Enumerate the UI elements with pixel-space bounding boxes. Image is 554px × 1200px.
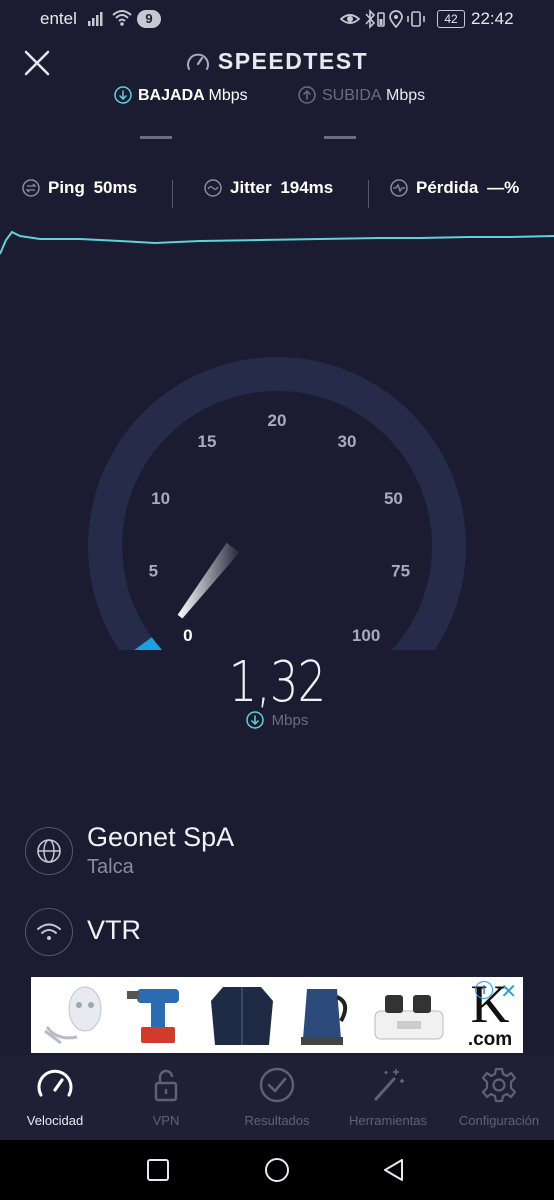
carrier-name: entel <box>40 9 77 28</box>
ad-product-image[interactable] <box>123 981 193 1047</box>
nav-tab-velocidad[interactable]: Velocidad <box>0 1055 110 1140</box>
isp-name: VTR <box>87 915 141 945</box>
ping-value: 50ms <box>93 178 138 197</box>
download-arrow-icon <box>114 86 132 104</box>
system-navigation-bar <box>0 1140 554 1200</box>
divider <box>368 180 369 208</box>
server-location: Talca <box>87 856 134 878</box>
upload-arrow-icon <box>298 86 316 104</box>
ping-label: Ping <box>48 178 85 197</box>
nav-tab-configuracion[interactable]: Configuración <box>444 1055 554 1140</box>
clock: 22:42 <box>471 9 514 28</box>
wifi-icon <box>112 10 132 26</box>
gauge-tick-label: 30 <box>338 432 357 451</box>
nav-label: Herramientas <box>348 1113 428 1128</box>
recents-icon[interactable] <box>146 1158 170 1182</box>
metrics-row: Ping 50ms Jitter 194ms Pérdida —% <box>0 178 554 208</box>
page-title: SPEEDTEST <box>0 48 554 75</box>
status-bar: entel 9 42 22:42 <box>0 0 554 38</box>
jitter-label: Jitter <box>230 178 272 197</box>
upload-label: SUBIDA Mbps <box>298 86 425 105</box>
nav-tab-resultados[interactable]: Resultados <box>222 1055 332 1140</box>
gauge-tick-label: 75 <box>391 562 410 581</box>
upload-unit: Mbps <box>386 87 426 104</box>
globe-icon <box>37 839 61 863</box>
lock-icon <box>154 1069 178 1102</box>
back-icon[interactable] <box>382 1158 406 1182</box>
upload-value-placeholder <box>324 136 356 139</box>
speed-unit-label: Mbps <box>0 711 554 729</box>
jitter-metric: Jitter 194ms <box>204 178 333 198</box>
vibrate-icon <box>407 11 425 27</box>
gauge-tick-label: 0 <box>183 626 192 645</box>
gauge-tick-label: 20 <box>268 411 287 430</box>
speedometer-icon <box>37 1069 73 1097</box>
ping-metric: Ping 50ms <box>22 178 137 198</box>
gauge-tick-label: 15 <box>198 432 217 451</box>
current-speed-value: 1,32 <box>228 650 326 715</box>
gear-icon <box>481 1067 517 1103</box>
nav-label: VPN <box>152 1113 180 1128</box>
gauge-needle-shape <box>177 542 240 619</box>
upload-text: SUBIDA <box>322 87 382 104</box>
ad-product-image[interactable] <box>203 981 281 1047</box>
jitter-value: 194ms <box>280 178 334 197</box>
speed-gauge: 0 5 10 15 20 30 50 75 100 <box>88 357 466 650</box>
download-arrow-icon <box>245 711 264 729</box>
server-host-button[interactable] <box>25 827 73 875</box>
speed-history-graph <box>0 230 554 255</box>
nav-label: Velocidad <box>26 1113 84 1128</box>
check-circle-icon <box>259 1067 295 1103</box>
speedometer-icon <box>186 53 209 70</box>
download-value-placeholder <box>140 136 172 139</box>
loss-label: Pérdida <box>416 178 479 197</box>
ad-product-image[interactable] <box>37 981 117 1047</box>
wifi-icon <box>37 923 61 940</box>
ping-icon <box>22 179 40 197</box>
ad-product-image[interactable] <box>367 981 451 1047</box>
eye-icon <box>340 14 361 24</box>
ad-banner[interactable]: K .com i ✕ <box>31 977 523 1053</box>
battery-saver-icon <box>377 12 385 27</box>
location-icon <box>389 10 403 29</box>
bottom-navigation: Velocidad VPN Resultados Herramientas Co… <box>0 1055 554 1140</box>
gauge-tick-label: 10 <box>151 489 170 508</box>
download-unit: Mbps <box>208 87 248 104</box>
gauge-tick-label: 100 <box>352 626 380 645</box>
speed-unit-text: Mbps <box>271 712 309 729</box>
nav-label: Resultados <box>244 1113 310 1128</box>
bluetooth-icon <box>365 9 376 29</box>
loss-metric: Pérdida —% <box>390 178 519 198</box>
packet-loss-icon <box>390 179 408 197</box>
status-icons <box>340 9 425 29</box>
ad-info-icon[interactable]: i <box>475 981 493 999</box>
loss-value: —% <box>487 178 520 197</box>
cellular-signal-icon <box>88 12 103 26</box>
isp-button[interactable] <box>25 908 73 956</box>
gauge-needle <box>177 542 240 619</box>
jitter-icon <box>204 179 222 197</box>
nav-label: Configuración <box>458 1113 540 1128</box>
nav-tab-vpn[interactable]: VPN <box>111 1055 221 1140</box>
server-provider[interactable]: Geonet SpA <box>87 822 234 853</box>
ad-close-icon[interactable]: ✕ <box>500 979 517 1004</box>
speed-history-line <box>0 230 554 255</box>
gauge-tick-label: 50 <box>384 489 403 508</box>
download-text: BAJADA <box>138 87 205 104</box>
battery-indicator: 42 <box>437 10 465 28</box>
download-label: BAJADA Mbps <box>114 86 248 105</box>
home-icon[interactable] <box>264 1157 290 1183</box>
title-text: SPEEDTEST <box>217 48 369 74</box>
notification-badge: 9 <box>137 10 161 28</box>
nav-tab-herramientas[interactable]: Herramientas <box>333 1055 443 1140</box>
ad-product-image[interactable] <box>293 981 353 1047</box>
ad-logo-suffix: .com <box>467 1029 513 1050</box>
divider <box>172 180 173 208</box>
magic-wand-icon <box>374 1069 404 1101</box>
gauge-tick-label: 5 <box>149 562 158 581</box>
